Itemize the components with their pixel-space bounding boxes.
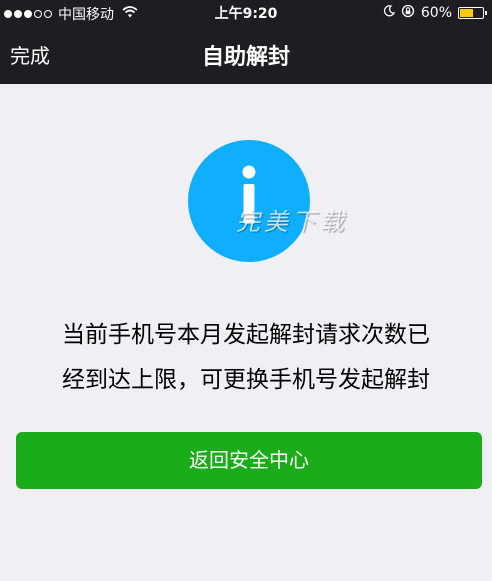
rotation-lock-icon bbox=[401, 4, 415, 22]
status-right: 60% bbox=[383, 4, 487, 22]
nav-bar: 完成 自助解封 bbox=[0, 24, 492, 84]
limit-message: 当前手机号本月发起解封请求次数已 经到达上限，可更换手机号发起解封 bbox=[0, 313, 492, 403]
moon-icon bbox=[383, 5, 395, 21]
top-bar: 中国移动 上午9:20 60% 完成 自助解封 bbox=[0, 0, 492, 84]
battery-fill bbox=[460, 9, 473, 17]
page-title: 自助解封 bbox=[201, 45, 290, 70]
return-security-center-button[interactable]: 返回安全中心 bbox=[16, 432, 482, 489]
message-line-1: 当前手机号本月发起解封请求次数已 bbox=[62, 322, 430, 348]
watermark: 完美下载 bbox=[236, 208, 348, 236]
info-icon bbox=[188, 140, 310, 262]
status-bar: 中国移动 上午9:20 60% bbox=[0, 0, 492, 24]
battery-percent: 60% bbox=[420, 5, 452, 21]
message-line-2: 经到达上限，可更换手机号发起解封 bbox=[62, 367, 430, 393]
battery-tip bbox=[485, 11, 487, 15]
battery-icon bbox=[458, 7, 487, 19]
